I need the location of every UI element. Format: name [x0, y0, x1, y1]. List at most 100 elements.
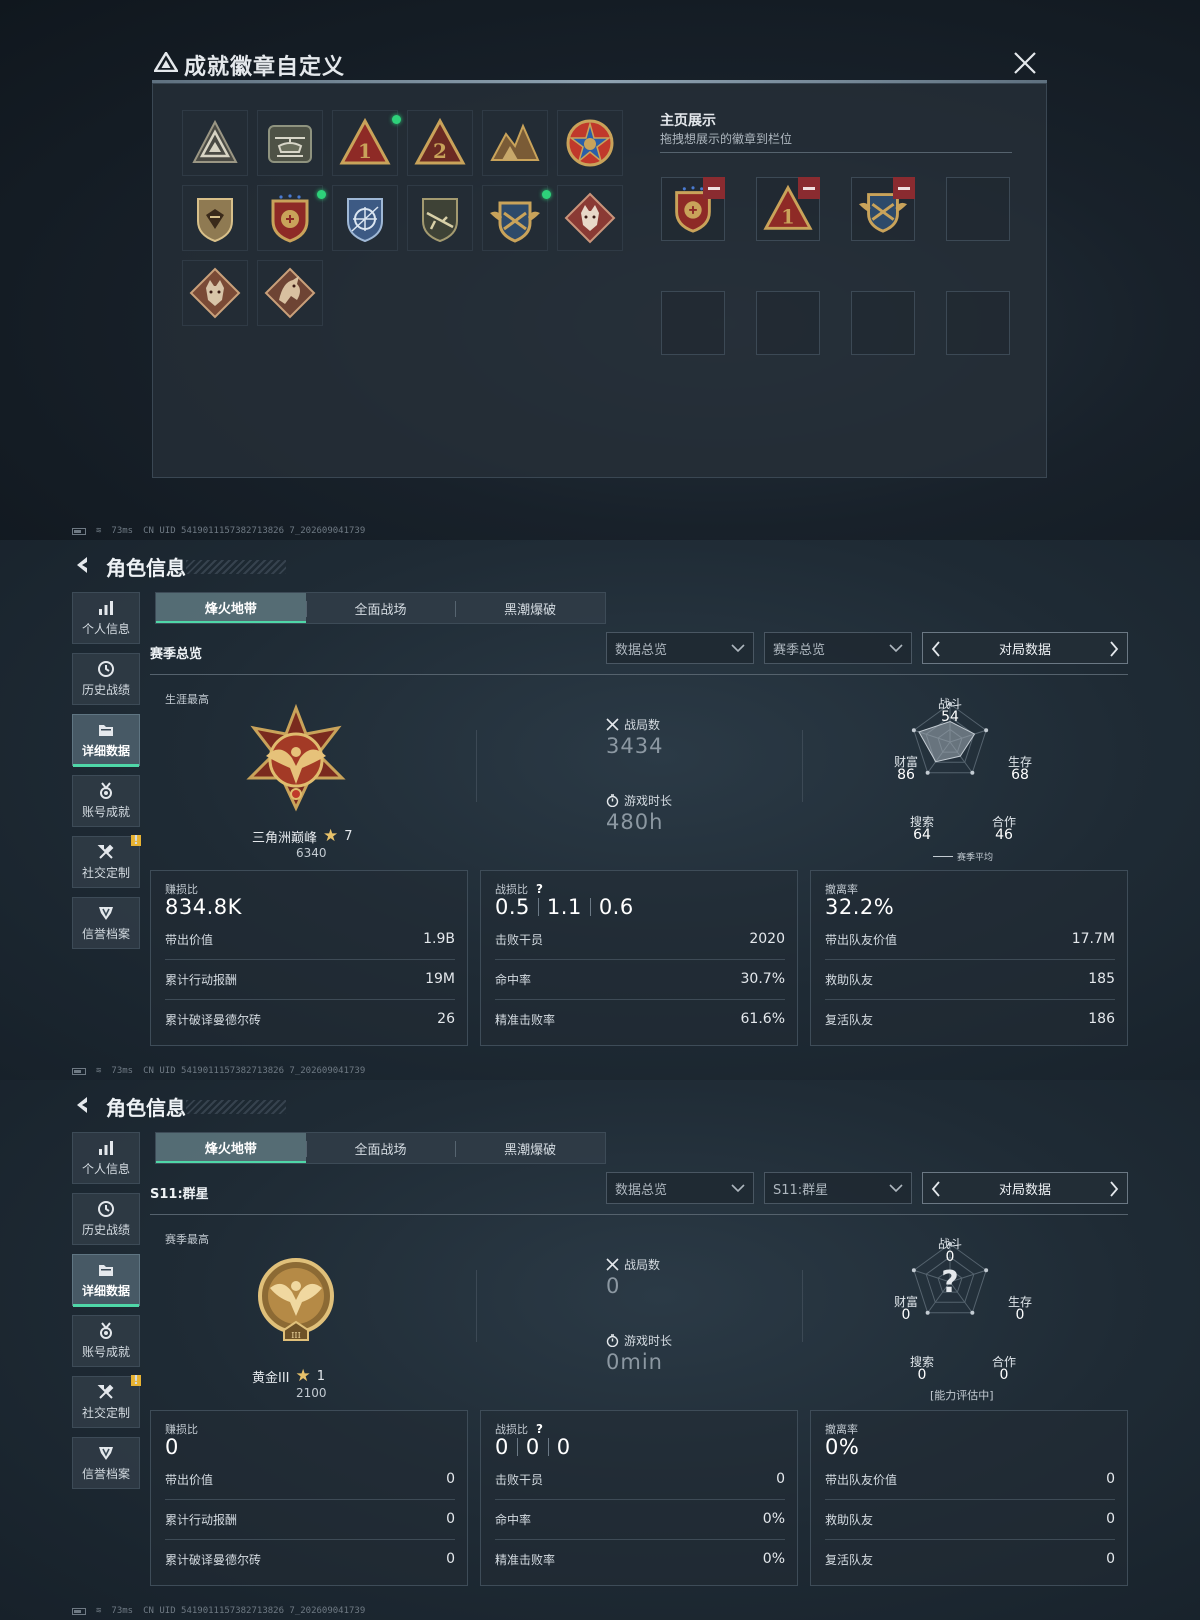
display-slot[interactable] [661, 291, 725, 355]
notice-badge: ! [131, 834, 141, 846]
mode-tabs: 烽火地带 全面战场 黑潮爆破 [155, 1132, 606, 1164]
nav-item[interactable]: 个人信息 [72, 592, 140, 644]
nav-item[interactable]: 详细数据 [72, 714, 140, 767]
card-big-value: 0 [525, 1435, 540, 1459]
ping-text: 73ms [111, 1606, 134, 1616]
side-nav: 个人信息历史战绩详细数据账号成就社交定制! 信誉档案 [72, 1132, 141, 1498]
svg-text:1: 1 [358, 139, 372, 163]
radar-combat: 战斗 0 [938, 1238, 962, 1265]
nav-item[interactable]: 社交定制! [72, 834, 141, 888]
back-arrow-icon[interactable] [72, 1094, 94, 1116]
playtime-value: 0min [606, 1350, 663, 1374]
display-divider [660, 152, 1012, 153]
mode-tab[interactable]: 全面战场 [305, 1133, 456, 1163]
mode-tab[interactable]: 全面战场 [305, 593, 456, 623]
playtime-label: 游戏时长 [624, 794, 673, 808]
match-data-button[interactable]: 对局数据 [922, 1172, 1128, 1204]
mode-tab[interactable]: 烽火地带 [156, 1133, 306, 1163]
stat-row: 累计破译曼德尔砖 0 [165, 1539, 455, 1579]
badge-item[interactable]: 2 [407, 110, 473, 176]
stat-row: 复活队友 186 [825, 999, 1115, 1039]
nav-item[interactable]: 社交定制! [72, 1374, 141, 1428]
badge-item[interactable] [257, 260, 323, 326]
nav-item[interactable]: 账号成就 [72, 1315, 140, 1367]
data-type-select[interactable]: 数据总览 [606, 1172, 754, 1204]
new-indicator [392, 115, 401, 124]
stat-row: 命中率 30.7% [495, 959, 785, 999]
nav-item-label: 历史战绩 [81, 1223, 130, 1237]
badge-item[interactable] [182, 185, 248, 251]
stat-row-value: 186 [1088, 1011, 1115, 1027]
section-title: 赛季总览 [150, 647, 203, 662]
chevron-down-icon [889, 1184, 903, 1193]
stat-row-value: 61.6% [740, 1011, 785, 1027]
display-slot[interactable] [851, 177, 915, 241]
badge-item[interactable] [182, 260, 248, 326]
nav-item[interactable]: 历史战绩 [72, 653, 140, 705]
badge-item[interactable] [257, 110, 323, 176]
radar-survive: 生存 68 [1008, 756, 1032, 783]
nav-item[interactable]: 详细数据 [72, 1254, 140, 1307]
radar-coop: 合作 0 [992, 1356, 1016, 1383]
badge-item[interactable] [407, 185, 473, 251]
back-arrow-icon[interactable] [72, 554, 94, 576]
column-divider [802, 1270, 803, 1342]
season-select-value: 赛季总览 [773, 642, 826, 658]
display-slot[interactable]: 1 [756, 177, 820, 241]
stat-row: 精准击败率 61.6% [495, 999, 785, 1039]
card-big-value: 0.6 [598, 895, 634, 919]
remove-badge-button[interactable] [703, 177, 725, 199]
number-2-triangle-badge-icon: 2 [414, 117, 466, 165]
radar-coop-value: 46 [995, 827, 1013, 843]
chevron-down-icon [731, 1184, 745, 1193]
mode-tab[interactable]: 黑潮爆破 [455, 1133, 605, 1163]
nav-item[interactable]: 信誉档案 [72, 897, 140, 949]
stat-row-label: 带出价值 [165, 1472, 214, 1487]
badge-item[interactable] [482, 110, 548, 176]
badge-item[interactable] [557, 110, 623, 176]
remove-badge-button[interactable] [893, 177, 915, 199]
medal-icon [100, 1322, 112, 1339]
help-icon[interactable]: ? [536, 882, 543, 896]
display-slot[interactable] [756, 291, 820, 355]
badge-item[interactable]: 1 [332, 110, 401, 176]
chevron-left-icon[interactable] [931, 641, 941, 657]
rank-stars: 7 [344, 828, 353, 844]
match-data-button[interactable]: 对局数据 [922, 632, 1128, 664]
close-icon[interactable] [1012, 50, 1038, 76]
display-slot[interactable] [946, 177, 1010, 241]
badge-item[interactable] [257, 185, 326, 251]
remove-badge-button[interactable] [798, 177, 820, 199]
stat-row-value: 185 [1088, 971, 1115, 987]
stat-row-label: 累计行动报酬 [165, 972, 238, 987]
chevron-right-icon[interactable] [1109, 641, 1119, 657]
chevron-right-icon[interactable] [1109, 1181, 1119, 1197]
stat-row-label: 带出队友价值 [825, 932, 898, 947]
card-big-value: 0 [495, 1435, 509, 1459]
nav-item[interactable]: 个人信息 [72, 1132, 140, 1184]
mode-tab[interactable]: 黑潮爆破 [455, 593, 605, 623]
uid-text: CN UID 5419011157382713826 7_20260904173… [143, 526, 366, 536]
card-big-value: 0% [825, 1435, 860, 1459]
tools-icon [97, 844, 114, 859]
card-big-value: 834.8K [165, 895, 242, 919]
battery-icon [72, 1607, 86, 1615]
data-type-select-value: 数据总览 [615, 1182, 668, 1198]
display-slot[interactable] [661, 177, 725, 241]
mode-tab[interactable]: 烽火地带 [156, 593, 306, 623]
badge-item[interactable] [557, 185, 623, 251]
display-slot[interactable] [946, 291, 1010, 355]
season-select[interactable]: S11:群星 [764, 1172, 912, 1204]
display-slot[interactable] [851, 291, 915, 355]
nav-item[interactable]: 历史战绩 [72, 1193, 140, 1245]
data-type-select[interactable]: 数据总览 [606, 632, 754, 664]
status-bar: ≋ 73ms CN UID 5419011157382713826 7_2026… [72, 1606, 365, 1616]
nav-item[interactable]: 账号成就 [72, 775, 140, 827]
badge-item[interactable] [482, 185, 551, 251]
season-select[interactable]: 赛季总览 [764, 632, 912, 664]
chevron-left-icon[interactable] [931, 1181, 941, 1197]
badge-item[interactable] [332, 185, 398, 251]
help-icon[interactable]: ? [536, 1422, 543, 1436]
badge-item[interactable] [182, 110, 248, 176]
nav-item[interactable]: 信誉档案 [72, 1437, 140, 1489]
